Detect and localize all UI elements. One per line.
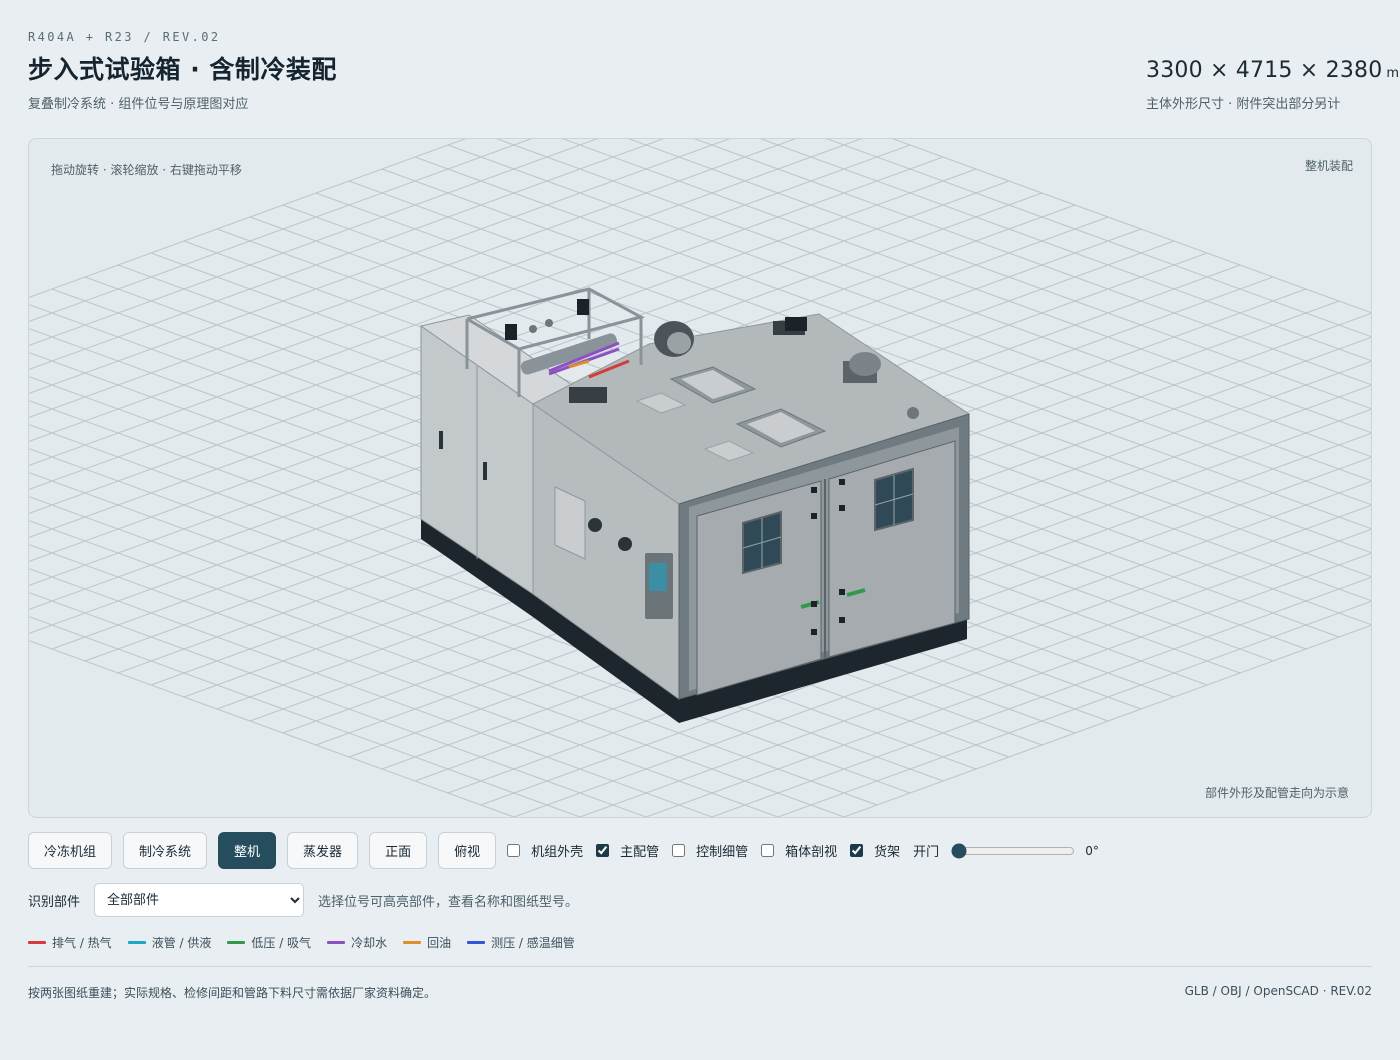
part-select[interactable]: 全部部件 bbox=[94, 883, 305, 917]
toggle-main-piping[interactable]: 主配管 bbox=[596, 841, 659, 860]
legend-swatch bbox=[127, 941, 146, 944]
door-angle-slider[interactable] bbox=[951, 842, 1076, 859]
door-right bbox=[828, 440, 956, 658]
toggle-main-piping-checkbox[interactable] bbox=[596, 844, 610, 857]
footer-divider bbox=[28, 966, 1372, 967]
door-left bbox=[696, 480, 822, 696]
view-button-refrigeration-system[interactable]: 制冷系统 bbox=[123, 832, 208, 869]
page-header: R404A + R23 / REV.02 步入式试验箱 · 含制冷装配 复叠制冷… bbox=[28, 28, 1400, 118]
viewport-mode-label: 整机装配 bbox=[1304, 159, 1353, 173]
view-toolbar: 冷冻机组 制冷系统 整机 蒸发器 正面 俯视 机组外壳 主配管 控制细管 箱体剖… bbox=[28, 832, 1372, 869]
identify-label: 识别部件 bbox=[28, 894, 81, 910]
refrigerant-code: R404A + R23 / REV.02 bbox=[28, 30, 221, 44]
identify-hint: 选择位号可高亮部件，查看名称和图纸型号。 bbox=[318, 894, 579, 910]
legend-swatch bbox=[327, 941, 346, 944]
roof-port bbox=[907, 407, 919, 419]
view-button-top[interactable]: 俯视 bbox=[438, 832, 497, 869]
legend-item-suction: 低压 / 吸气 bbox=[227, 934, 311, 951]
legend-item-liquid: 液管 / 供液 bbox=[127, 934, 211, 951]
pipe-legend: 排气 / 热气 液管 / 供液 低压 / 吸气 冷却水 回油 测压 / 感温细管 bbox=[28, 934, 591, 951]
viewport-hint: 拖动旋转 · 滚轮缩放 · 右键拖动平移 bbox=[51, 163, 242, 177]
door-angle-value: 0° bbox=[1085, 843, 1099, 858]
walk-in-chamber-model[interactable] bbox=[419, 287, 971, 723]
rack-component-2 bbox=[577, 299, 589, 315]
legend-item-sensing-tube: 测压 / 感温细管 bbox=[467, 934, 575, 951]
view-button-refrigeration-unit[interactable]: 冷冻机组 bbox=[28, 832, 113, 869]
toggle-shelf-checkbox[interactable] bbox=[850, 844, 864, 857]
legend-swatch bbox=[227, 941, 246, 944]
side-port-2 bbox=[618, 537, 632, 551]
view-button-whole-machine[interactable]: 整机 bbox=[218, 832, 277, 869]
legend-item-cooling-water: 冷却水 bbox=[327, 934, 387, 951]
dimensions-block: 3300 × 4715 × 2380mm 主体外形尺寸 · 附件突出部分另计 bbox=[1146, 58, 1400, 112]
scene-canvas[interactable] bbox=[29, 139, 1372, 818]
viewport-note: 部件外形及配管走向为示意 bbox=[1204, 786, 1349, 800]
unit-handle-1 bbox=[439, 431, 443, 449]
view-button-front[interactable]: 正面 bbox=[369, 832, 428, 869]
dimensions-value: 3300 × 4715 × 2380mm bbox=[1146, 58, 1400, 83]
door-open-label: 开门 bbox=[913, 845, 940, 860]
footer-formats: GLB / OBJ / OpenSCAD · REV.02 bbox=[1184, 984, 1372, 998]
dimensions-note: 主体外形尺寸 · 附件突出部分另计 bbox=[1146, 97, 1341, 112]
legend-swatch bbox=[403, 941, 422, 944]
legend-swatch bbox=[28, 941, 46, 944]
toggle-unit-housing[interactable]: 机组外壳 bbox=[507, 841, 583, 860]
dimensions-unit: mm bbox=[1386, 66, 1400, 81]
unit-handle-2 bbox=[483, 462, 487, 480]
legend-item-oil-return: 回油 bbox=[403, 934, 451, 951]
toggle-control-tubing-checkbox[interactable] bbox=[672, 844, 686, 857]
toggle-chamber-section-checkbox[interactable] bbox=[761, 844, 775, 857]
legend-item-discharge: 排气 / 热气 bbox=[28, 934, 112, 951]
3d-viewport[interactable]: 拖动旋转 · 滚轮缩放 · 右键拖动平移 整机装配 部件外形及配管走向为示意 bbox=[28, 138, 1372, 818]
view-button-evaporator[interactable]: 蒸发器 bbox=[287, 832, 359, 869]
roof-controller bbox=[569, 387, 607, 403]
side-port-1 bbox=[588, 518, 602, 532]
toggle-control-tubing[interactable]: 控制细管 bbox=[672, 841, 748, 860]
page-subtitle: 复叠制冷系统 · 组件位号与原理图对应 bbox=[28, 97, 249, 112]
toggle-unit-housing-checkbox[interactable] bbox=[507, 844, 521, 857]
legend-swatch bbox=[467, 941, 486, 944]
toggle-shelf[interactable]: 货架 bbox=[850, 841, 900, 860]
footer-note: 按两张图纸重建；实际规格、检修间距和管路下料尺寸需依据厂家资料确定。 bbox=[28, 986, 437, 1000]
page-title: 步入式试验箱 · 含制冷装配 bbox=[28, 55, 337, 84]
toggle-chamber-section[interactable]: 箱体剖视 bbox=[761, 841, 837, 860]
identify-parts-row: 识别部件 全部部件 选择位号可高亮部件，查看名称和图纸型号。 bbox=[28, 883, 578, 917]
rack-component-1 bbox=[505, 324, 517, 340]
